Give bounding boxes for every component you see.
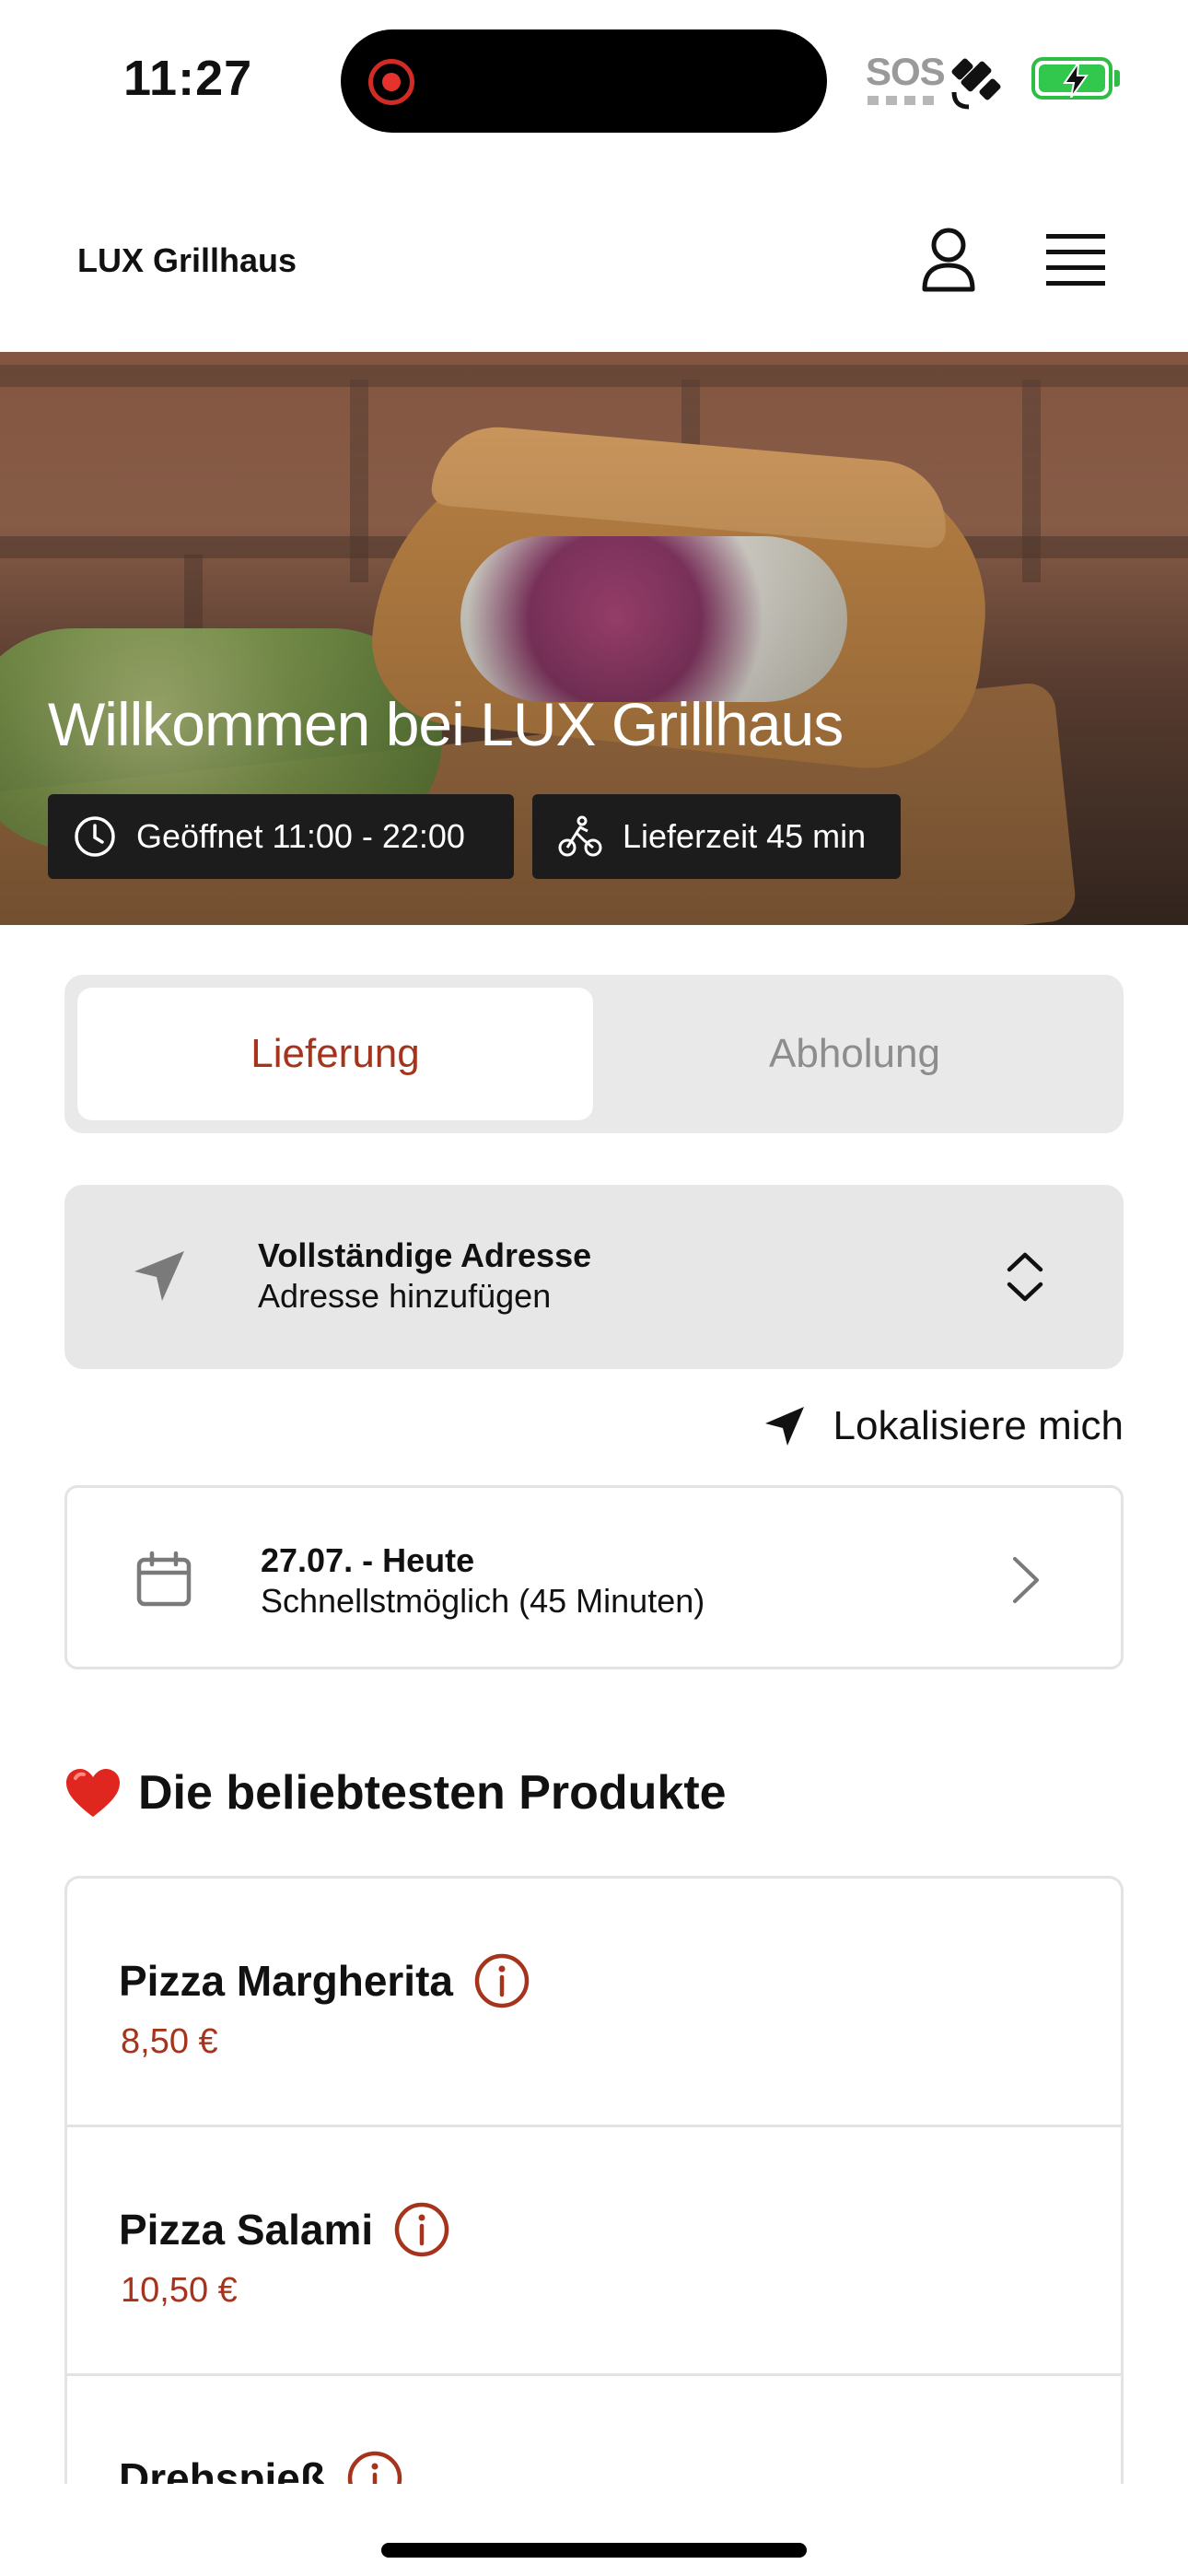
sos-indicator: SOS: [866, 50, 946, 93]
home-indicator[interactable]: [381, 2543, 807, 2558]
calendar-icon: [136, 1551, 192, 1607]
battery-cap: [1114, 70, 1120, 87]
product-price: 8,50 €: [121, 2022, 218, 2061]
battery-icon: [1031, 57, 1112, 100]
brand-name[interactable]: LUX Grillhaus: [77, 241, 297, 280]
status-bar: 11:27 SOS: [0, 0, 1188, 157]
locate-me-label: Lokalisiere mich: [833, 1403, 1124, 1448]
hero-title: Willkommen bei LUX Grillhaus: [48, 690, 844, 758]
opening-hours-text: Geöffnet 11:00 - 22:00: [136, 817, 465, 855]
delivery-time-badge: Lieferzeit 45 min: [532, 794, 901, 879]
heart-icon: [66, 1769, 120, 1817]
info-icon[interactable]: [473, 1952, 530, 2009]
delivery-time-text: Lieferzeit 45 min: [623, 817, 867, 855]
popular-products-title: Die beliebtesten Produkte: [138, 1766, 727, 1820]
charging-bolt-icon: [1063, 63, 1089, 98]
product-name: Pizza Salami: [119, 2206, 374, 2254]
signal-dots: [868, 96, 934, 105]
tab-pickup[interactable]: Abholung: [597, 988, 1112, 1120]
recording-icon: [368, 59, 414, 105]
product-name: Drehspieß: [119, 2454, 326, 2484]
courier-bike-icon: [558, 815, 602, 857]
info-icon[interactable]: [346, 2450, 403, 2484]
product-item[interactable]: Pizza Salami 10,50 €: [67, 2127, 1121, 2376]
opening-hours-badge: Geöffnet 11:00 - 22:00: [48, 794, 514, 879]
delivery-time-selector[interactable]: 27.07. - Heute Schnellstmöglich (45 Minu…: [64, 1485, 1124, 1669]
schedule-subtitle: Schnellstmöglich (45 Minuten): [261, 1582, 705, 1620]
location-arrow-icon: [134, 1251, 184, 1301]
tab-delivery[interactable]: Lieferung: [77, 988, 593, 1120]
product-name-row: Pizza Margherita: [119, 1952, 530, 2009]
product-name: Pizza Margherita: [119, 1957, 453, 2005]
user-icon[interactable]: [919, 227, 978, 293]
product-list: Pizza Margherita 8,50 € Pizza Salami 10,…: [64, 1876, 1124, 2484]
product-price: 10,50 €: [121, 2271, 238, 2310]
address-selector[interactable]: Vollständige Adresse Adresse hinzufügen: [64, 1185, 1124, 1369]
popular-products-heading: Die beliebtesten Produkte: [64, 1765, 727, 1821]
order-mode-toggle: Lieferung Abholung: [64, 975, 1124, 1133]
satellite-icon: [951, 58, 1001, 110]
product-name-row: Drehspieß: [119, 2450, 403, 2484]
product-name-row: Pizza Salami: [119, 2201, 450, 2258]
hero-banner: Willkommen bei LUX Grillhaus Geöffnet 11…: [0, 352, 1188, 925]
location-arrow-icon: [764, 1407, 804, 1446]
status-time: 11:27: [123, 51, 253, 106]
address-title: Vollständige Adresse: [258, 1236, 592, 1274]
clock-icon: [75, 816, 115, 857]
chevron-right-icon: [1013, 1557, 1039, 1603]
dynamic-island: [341, 29, 827, 133]
product-item[interactable]: Pizza Margherita 8,50 €: [67, 1879, 1121, 2127]
menu-icon[interactable]: [1046, 234, 1105, 286]
bottom-safe-area: [0, 2484, 1188, 2576]
product-item[interactable]: Drehspieß: [67, 2376, 1121, 2484]
schedule-title: 27.07. - Heute: [261, 1541, 475, 1579]
chevron-up-down-icon: [1007, 1252, 1043, 1302]
info-icon[interactable]: [393, 2201, 450, 2258]
address-subtitle: Adresse hinzufügen: [258, 1277, 552, 1315]
app-header: LUX Grillhaus: [0, 157, 1188, 352]
locate-me-button[interactable]: Lokalisiere mich: [763, 1397, 1124, 1456]
